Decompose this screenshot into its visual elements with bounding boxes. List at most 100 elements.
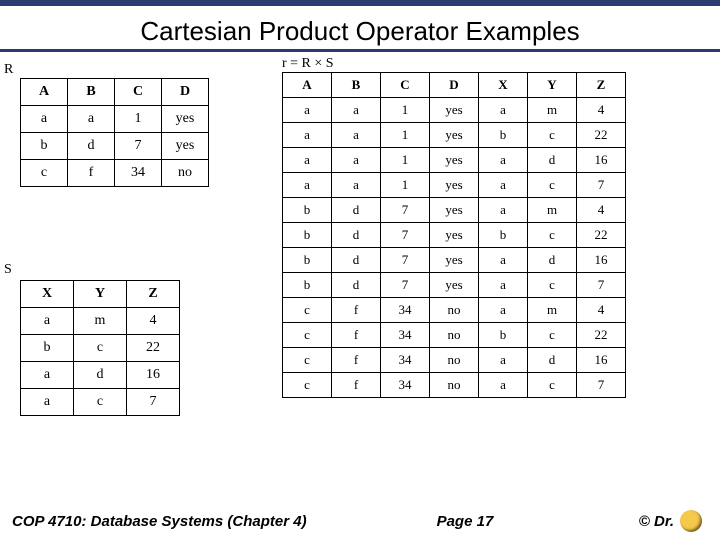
- table-row: bd7yesam4: [283, 198, 626, 223]
- table-row: aa1yesad16: [283, 148, 626, 173]
- cell: a: [283, 123, 332, 148]
- cell: d: [332, 198, 381, 223]
- cell: 7: [381, 198, 430, 223]
- cell: 22: [577, 123, 626, 148]
- cell: b: [479, 323, 528, 348]
- cell: 34: [381, 373, 430, 398]
- cell: a: [283, 98, 332, 123]
- cell: c: [283, 373, 332, 398]
- cell: no: [430, 323, 479, 348]
- cell: a: [479, 273, 528, 298]
- cell: c: [283, 298, 332, 323]
- col-header: Z: [127, 281, 180, 308]
- cell: yes: [430, 173, 479, 198]
- cell: no: [162, 160, 209, 187]
- cell: 7: [577, 273, 626, 298]
- cell: 7: [115, 133, 162, 160]
- cell: 16: [127, 362, 180, 389]
- cell: 34: [381, 298, 430, 323]
- cell: f: [332, 348, 381, 373]
- col-header: Y: [74, 281, 127, 308]
- cell: f: [332, 373, 381, 398]
- cell: 7: [577, 373, 626, 398]
- cell: 1: [381, 98, 430, 123]
- cell: b: [479, 123, 528, 148]
- label-product: r = R × S: [282, 56, 334, 72]
- table-row: bd7yes: [21, 133, 209, 160]
- cell: a: [479, 348, 528, 373]
- col-header: D: [162, 79, 209, 106]
- cell: a: [479, 248, 528, 273]
- cell: a: [479, 98, 528, 123]
- cell: 4: [577, 98, 626, 123]
- table-row: aa1yesam4: [283, 98, 626, 123]
- table-row: cf34nobc22: [283, 323, 626, 348]
- cell: 22: [577, 323, 626, 348]
- cell: 1: [381, 148, 430, 173]
- cell: a: [68, 106, 115, 133]
- table-row: cf34noad16: [283, 348, 626, 373]
- cell: a: [283, 148, 332, 173]
- table-row: aa1yesac7: [283, 173, 626, 198]
- cell: 1: [381, 123, 430, 148]
- cell: b: [283, 198, 332, 223]
- table-row: aa1yes: [21, 106, 209, 133]
- cell: 34: [381, 348, 430, 373]
- cell: f: [332, 323, 381, 348]
- col-header: C: [381, 73, 430, 98]
- ucf-logo-icon: [680, 510, 702, 532]
- cell: no: [430, 348, 479, 373]
- table-row: aa1yesbc22: [283, 123, 626, 148]
- cell: d: [332, 248, 381, 273]
- cell: 7: [127, 389, 180, 416]
- table-row: ad16: [21, 362, 180, 389]
- table-s: XYZam4bc22ad16ac7: [20, 280, 180, 416]
- cell: yes: [430, 223, 479, 248]
- table-row: bc22: [21, 335, 180, 362]
- cell: 22: [127, 335, 180, 362]
- cell: a: [21, 389, 74, 416]
- cell: a: [479, 298, 528, 323]
- cell: a: [479, 148, 528, 173]
- cell: c: [283, 323, 332, 348]
- cell: yes: [430, 98, 479, 123]
- cell: f: [332, 298, 381, 323]
- cell: 34: [115, 160, 162, 187]
- cell: 34: [381, 323, 430, 348]
- cell: m: [528, 198, 577, 223]
- table-row: bd7yesbc22: [283, 223, 626, 248]
- table-row: bd7yesac7: [283, 273, 626, 298]
- cell: d: [74, 362, 127, 389]
- col-header: X: [21, 281, 74, 308]
- label-r: R: [4, 62, 13, 78]
- cell: c: [528, 123, 577, 148]
- cell: a: [21, 308, 74, 335]
- cell: d: [528, 348, 577, 373]
- cell: 22: [577, 223, 626, 248]
- col-header: A: [21, 79, 68, 106]
- col-header: Z: [577, 73, 626, 98]
- cell: yes: [430, 148, 479, 173]
- cell: yes: [430, 248, 479, 273]
- content-area: R ABCDaa1yesbd7yescf34no S XYZam4bc22ad1…: [0, 60, 720, 490]
- cell: 7: [381, 248, 430, 273]
- cell: 1: [381, 173, 430, 198]
- cell: a: [332, 123, 381, 148]
- cell: a: [332, 148, 381, 173]
- cell: a: [21, 362, 74, 389]
- cell: 4: [577, 198, 626, 223]
- cell: c: [283, 348, 332, 373]
- cell: c: [528, 323, 577, 348]
- footer: COP 4710: Database Systems (Chapter 4) P…: [0, 510, 720, 532]
- cell: d: [332, 273, 381, 298]
- cell: d: [528, 148, 577, 173]
- cell: c: [528, 373, 577, 398]
- cell: no: [430, 373, 479, 398]
- title-rule: [0, 49, 720, 52]
- cell: d: [68, 133, 115, 160]
- cell: yes: [430, 273, 479, 298]
- cell: b: [283, 273, 332, 298]
- cell: b: [21, 133, 68, 160]
- col-header: B: [68, 79, 115, 106]
- cell: a: [332, 98, 381, 123]
